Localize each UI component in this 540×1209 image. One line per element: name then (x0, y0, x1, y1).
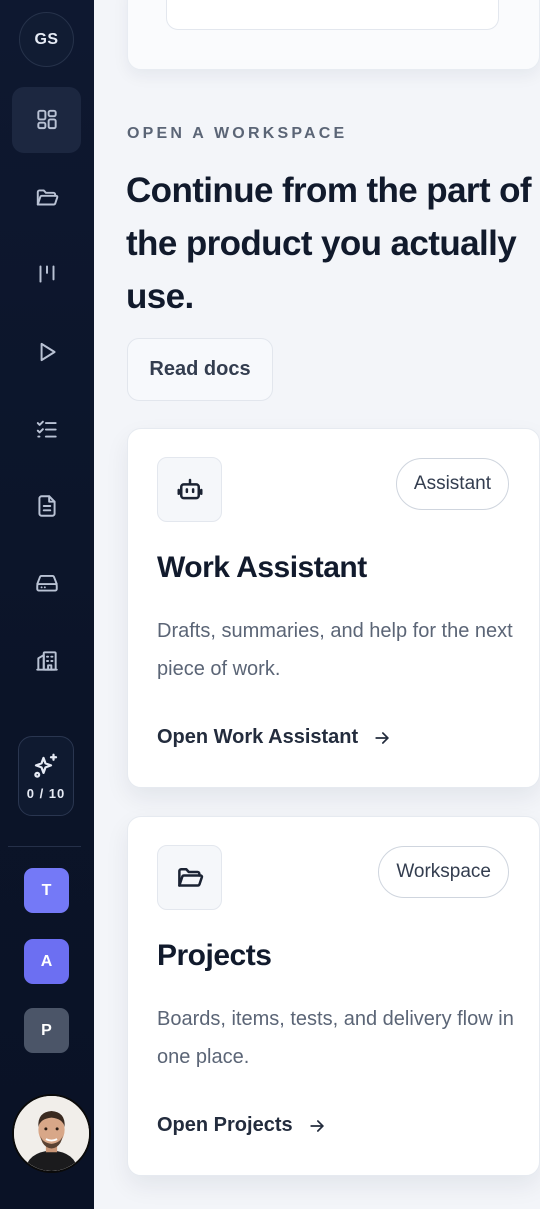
read-docs-button[interactable]: Read docs (127, 338, 273, 401)
arrow-right-icon (375, 731, 389, 744)
folder-icon (36, 189, 58, 206)
workspace-card-projects[interactable]: Workspace Projects Boards, items, tests,… (127, 816, 540, 1176)
previous-card-field (166, 0, 499, 30)
section-eyebrow: OPEN A WORKSPACE (127, 125, 348, 142)
nav-documents[interactable] (12, 473, 81, 539)
user-avatar[interactable] (12, 1094, 91, 1173)
card-badge: Workspace (378, 846, 509, 898)
open-work-assistant-link[interactable]: Open Work Assistant (157, 726, 392, 749)
user-initials-button[interactable]: GS (19, 12, 74, 67)
ai-credits-count: 0 / 10 (26, 786, 66, 801)
sparkles-icon (34, 753, 58, 778)
folder-icon (177, 867, 203, 887)
workspace-a-button[interactable]: A (24, 939, 69, 984)
document-icon (37, 495, 56, 517)
nav-tests[interactable] (12, 396, 81, 462)
card-icon-box (157, 457, 222, 522)
user-avatar-image (14, 1096, 89, 1171)
building-icon (35, 651, 58, 671)
nav-storage[interactable] (12, 550, 81, 616)
page-headline: Continue from the part of the product yo… (126, 171, 532, 316)
checklist-icon (36, 420, 57, 438)
nav-dashboard[interactable] (12, 87, 81, 153)
card-title: Work Assistant (157, 551, 367, 584)
open-projects-link[interactable]: Open Projects (157, 1114, 327, 1137)
nav-runs[interactable] (12, 319, 81, 385)
nav-boards[interactable] (12, 241, 81, 307)
nav-folders[interactable] (12, 165, 81, 231)
card-description: Boards, items, tests, and delivery flow … (157, 1008, 514, 1068)
workspace-t-button[interactable]: T (24, 868, 69, 913)
sidebar-divider (8, 846, 81, 847)
storage-drive-icon (35, 574, 58, 592)
card-description: Drafts, summaries, and help for the next… (157, 620, 513, 680)
ai-credits-button[interactable]: 0 / 10 (18, 736, 74, 816)
workspace-card-assistant[interactable]: Assistant Work Assistant Drafts, summari… (127, 428, 540, 788)
play-icon (40, 342, 56, 362)
dashboard-icon (36, 109, 57, 130)
nav-organization[interactable] (12, 628, 81, 694)
card-link-label: Open Work Assistant (157, 726, 359, 748)
robot-icon (177, 478, 202, 499)
sidebar: GS 0 / 10 T A P (0, 0, 94, 1209)
card-link-label: Open Projects (157, 1114, 293, 1136)
card-icon-box (157, 845, 222, 910)
workspace-p-button[interactable]: P (24, 1008, 69, 1053)
arrow-right-icon (309, 1119, 324, 1132)
card-title: Projects (157, 939, 272, 972)
card-badge: Assistant (395, 458, 509, 510)
board-columns-icon (39, 265, 54, 283)
